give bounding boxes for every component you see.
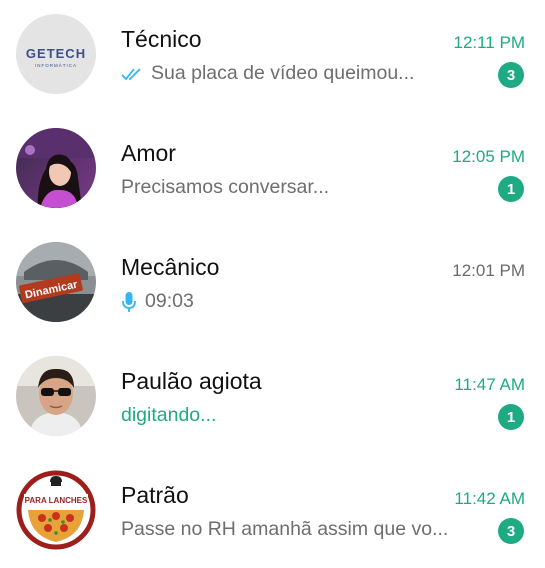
chat-preview-text: Sua placa de vídeo queimou... <box>151 62 415 84</box>
chat-row-tecnico[interactable]: GETECH INFORMÁTICA Técnico 12:11 PM Sua … <box>0 0 545 112</box>
chat-name: Amor <box>121 140 176 166</box>
typing-indicator: digitando... <box>121 404 217 426</box>
chat-preview-text: Precisamos conversar... <box>121 176 330 198</box>
unread-badge: 3 <box>498 518 524 544</box>
chat-time: 11:42 AM <box>454 489 525 508</box>
chat-name: Patrão <box>121 482 189 508</box>
avatar[interactable]: Dinamicar <box>16 242 96 322</box>
chat-time: 12:05 PM <box>452 147 525 166</box>
voice-duration: 09:03 <box>145 290 194 312</box>
chat-list: GETECH INFORMÁTICA Técnico 12:11 PM Sua … <box>0 0 545 563</box>
getech-logo: GETECH INFORMÁTICA <box>16 14 96 94</box>
svg-text:INFORMÁTICA: INFORMÁTICA <box>35 62 77 68</box>
chat-name: Técnico <box>121 26 202 52</box>
avatar[interactable]: GETECH INFORMÁTICA <box>16 14 96 94</box>
chat-name: Paulão agiota <box>121 368 262 394</box>
dinamicar-logo: Dinamicar <box>16 242 96 322</box>
profile-photo <box>16 356 96 436</box>
para-lanches-logo: PARA LANCHES <box>16 470 96 550</box>
svg-text:PARA LANCHES: PARA LANCHES <box>25 496 88 505</box>
chat-time: 12:11 PM <box>453 33 525 52</box>
chat-preview: 09:03 <box>121 290 194 313</box>
chat-preview: digitando... <box>121 404 216 427</box>
chat-preview: Precisamos conversar... <box>121 176 329 199</box>
chat-preview-text: Passe no RH amanhã assim que vo... <box>121 518 449 540</box>
unread-badge: 1 <box>498 404 524 430</box>
profile-photo <box>16 128 96 208</box>
chat-time: 11:47 AM <box>454 375 525 394</box>
double-check-icon <box>121 67 143 81</box>
avatar[interactable]: PARA LANCHES <box>16 470 96 550</box>
unread-badge: 3 <box>498 62 524 88</box>
chat-preview: Sua placa de vídeo queimou... <box>121 62 414 85</box>
chat-time: 12:01 PM <box>452 261 525 280</box>
chat-preview: Passe no RH amanhã assim que vo... <box>121 518 448 541</box>
chat-row-paulao-agiota[interactable]: Paulão agiota 11:47 AM digitando... 1 <box>0 342 545 454</box>
chat-row-amor[interactable]: Amor 12:05 PM Precisamos conversar... 1 <box>0 114 545 226</box>
chat-row-patrao[interactable]: PARA LANCHES Patrão 11:42 AM Passe no RH… <box>0 456 545 568</box>
unread-badge: 1 <box>498 176 524 202</box>
microphone-icon <box>121 291 137 313</box>
chat-row-mecanico[interactable]: Dinamicar Mecânico 12:01 PM 09:03 <box>0 228 545 340</box>
svg-text:GETECH: GETECH <box>26 46 86 61</box>
avatar[interactable] <box>16 356 96 436</box>
avatar[interactable] <box>16 128 96 208</box>
chat-name: Mecânico <box>121 254 220 280</box>
